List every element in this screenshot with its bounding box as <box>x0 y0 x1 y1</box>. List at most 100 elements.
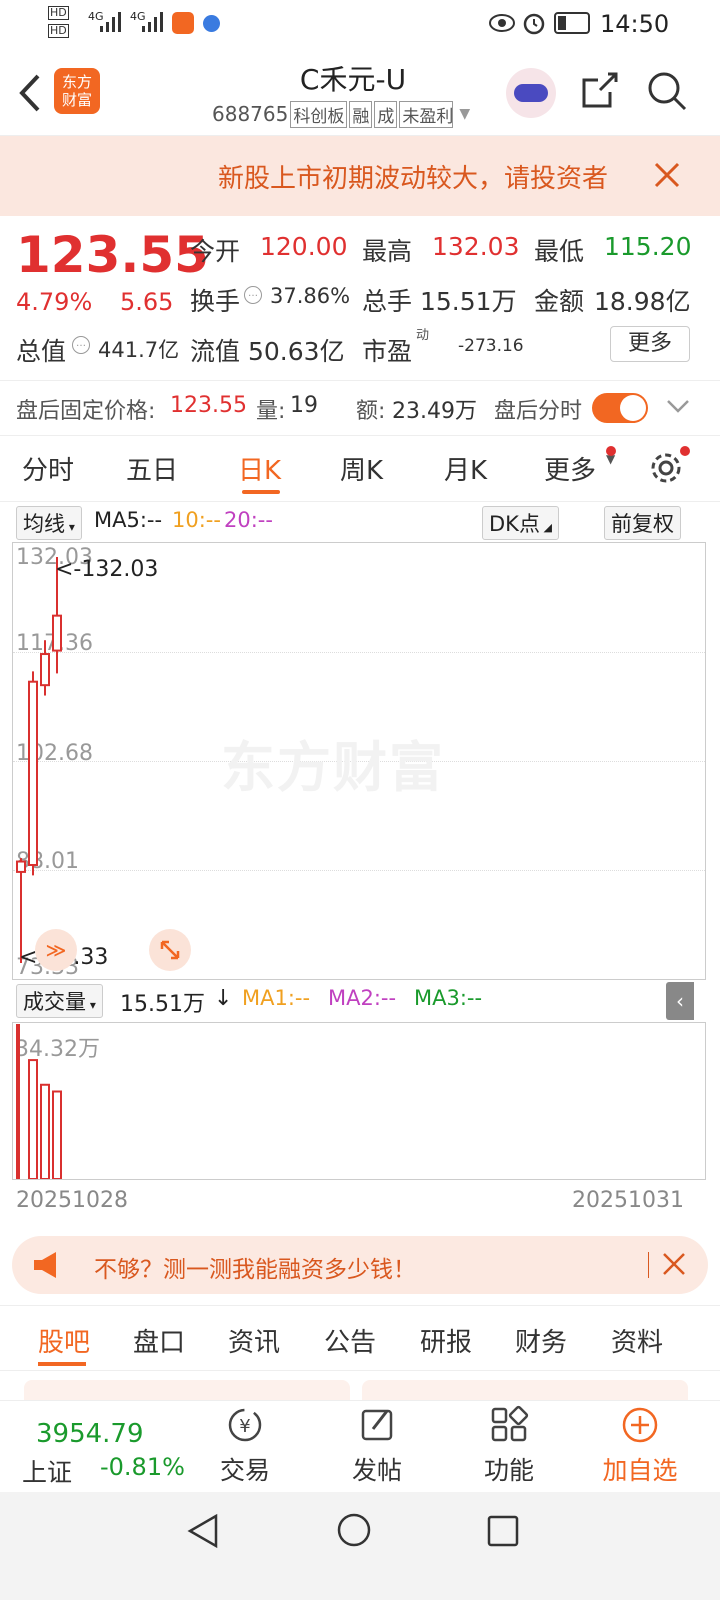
volume-current-value: 15.51万 <box>120 992 205 1017</box>
banner-text: 不够？测一测我能融资多少钱！ <box>94 1257 416 1283</box>
trade-yen-icon: ¥ <box>228 1408 262 1442</box>
tab-monthly-k[interactable]: 月K <box>444 450 487 487</box>
volume-bar-20251029 <box>28 1059 38 1179</box>
signal-hd-1: HD <box>48 6 69 20</box>
turnover-label: 换手 <box>190 287 241 316</box>
candle-body <box>40 653 50 687</box>
search-icon[interactable] <box>646 70 688 112</box>
pe-label: 市盈 <box>362 337 413 366</box>
after-hours-toggle[interactable] <box>592 393 648 423</box>
ma20-value: 20:-- <box>224 508 273 532</box>
post-label: 发帖 <box>351 1456 402 1485</box>
tab-more[interactable]: 更多 <box>544 450 596 487</box>
post-button[interactable]: 发帖 <box>327 1405 427 1487</box>
adjust-button[interactable]: 前复权 <box>604 506 681 540</box>
alarm-icon <box>523 13 545 35</box>
card-peek-left <box>24 1380 350 1400</box>
stock-header: 东方财富 C禾元-U 688765 科创板 融 成 未盈利 ▼ <box>0 50 720 136</box>
tag-margin: 融 <box>349 100 373 128</box>
stock-title[interactable]: C禾元-U <box>210 58 496 98</box>
turnover-value: 37.86% <box>270 284 351 308</box>
close-banner-icon[interactable] <box>662 1252 686 1276</box>
volume-label: 总手 <box>362 287 413 316</box>
chevron-down-icon[interactable] <box>666 397 690 417</box>
ma-select-label: 均线 <box>23 512 65 536</box>
mktcap-info-icon[interactable]: … <box>72 336 90 354</box>
ma10-value: 10:-- <box>172 508 221 532</box>
close-notice-icon[interactable] <box>654 162 680 188</box>
volume-down-arrow: ↓ <box>214 986 233 1011</box>
add-watchlist-label: 加自选 <box>602 1456 678 1485</box>
tab-news[interactable]: 资讯 <box>228 1322 280 1359</box>
listing-notice: 新股上市初期波动较大，请投资者 <box>0 136 720 216</box>
battery-icon <box>554 12 590 34</box>
tab-daily-k[interactable]: 日K <box>238 450 281 487</box>
info-icon[interactable]: … <box>244 286 262 304</box>
kline-chart[interactable]: 东方财富 132.03 117.36 102.68 88.01 73.33 <-… <box>12 542 706 980</box>
tab-profile[interactable]: 资料 <box>611 1322 663 1359</box>
trade-button[interactable]: ¥ 交易 <box>195 1405 295 1487</box>
active-tab-underline <box>242 490 280 494</box>
ma-select[interactable]: 均线 ▾ <box>16 506 82 540</box>
quote-panel: 123.55 4.79% 5.65 今开 120.00 最高 132.03 最低… <box>0 216 720 376</box>
fullscreen-button[interactable] <box>149 929 191 971</box>
float-label: 流值 <box>190 337 241 366</box>
stock-subtitle[interactable]: 688765 科创板 融 成 未盈利 ▼ <box>212 100 470 128</box>
low-label: 最低 <box>534 237 585 266</box>
nav-home-icon[interactable] <box>336 1512 372 1548</box>
card-peek-right <box>362 1380 688 1400</box>
financing-banner[interactable]: 不够？测一测我能融资多少钱！ <box>12 1236 708 1294</box>
tab-intraday[interactable]: 分时 <box>22 450 74 487</box>
candle-body <box>16 860 26 873</box>
forum-tab-underline <box>38 1362 86 1366</box>
amount-value: 18.98亿 <box>594 287 691 316</box>
tag-unprofitable: 未盈利 <box>399 100 454 128</box>
date-end: 20251031 <box>572 1188 684 1213</box>
status-time: 14:50 <box>600 10 670 38</box>
back-icon[interactable] <box>14 72 44 114</box>
expand-left-button[interactable]: ≫ <box>35 929 77 971</box>
tab-five-day[interactable]: 五日 <box>126 450 178 487</box>
ma2-value: MA2:-- <box>328 986 397 1010</box>
volume-bar-20251030 <box>40 1083 50 1179</box>
signal-bars-2-icon <box>142 12 163 32</box>
features-button[interactable]: 功能 <box>459 1405 559 1487</box>
after-amt-label: 额: <box>356 399 386 424</box>
volume-bars <box>16 1024 62 1179</box>
volume-chart[interactable]: 34.32万 <box>12 1022 706 1180</box>
nav-back-icon[interactable] <box>186 1512 220 1550</box>
candle-body <box>28 680 38 866</box>
svg-text:¥: ¥ <box>239 1416 250 1437</box>
nav-recents-icon[interactable] <box>486 1514 520 1548</box>
low-value: 115.20 <box>604 232 692 261</box>
open-value: 120.00 <box>260 232 348 261</box>
add-watchlist-button[interactable]: 加自选 <box>590 1405 690 1487</box>
tab-forum[interactable]: 股吧 <box>38 1322 90 1359</box>
dk-point-button[interactable]: DK点 ◢ <box>482 506 559 540</box>
tab-announcements[interactable]: 公告 <box>324 1322 376 1359</box>
kline-candles <box>16 557 62 963</box>
tab-weekly-k[interactable]: 周K <box>340 450 383 487</box>
tag-board: 科创板 <box>290 100 348 128</box>
volume-bar-20251028 <box>16 1024 20 1179</box>
high-label: 最高 <box>362 237 413 266</box>
index-name: 上证 <box>22 1458 73 1487</box>
app-logo[interactable]: 东方财富 <box>54 68 100 114</box>
collapse-panel-button[interactable]: ‹ <box>666 982 694 1020</box>
chart-period-tabs: 分时 五日 日K 周K 月K 更多 ▼ <box>0 440 720 502</box>
share-icon[interactable] <box>580 70 620 110</box>
tab-financials[interactable]: 财务 <box>515 1322 567 1359</box>
index-ticker[interactable]: 3954.79 上证 -0.81% <box>20 1417 190 1487</box>
tab-orderbook[interactable]: 盘口 <box>133 1322 185 1359</box>
tab-research[interactable]: 研报 <box>420 1322 472 1359</box>
expand-arrows-icon <box>160 940 180 960</box>
volume-select[interactable]: 成交量 ▾ <box>16 984 103 1018</box>
last-price: 123.55 <box>16 226 209 284</box>
browser-icon <box>203 15 220 32</box>
bottom-toolbar: 3954.79 上证 -0.81% ¥ 交易 发帖 功能 加自选 <box>0 1400 720 1492</box>
ma3-value: MA3:-- <box>414 986 483 1010</box>
settings-red-dot <box>680 446 690 456</box>
after-amt-value: 23.49万 <box>392 399 477 424</box>
assistant-avatar[interactable] <box>506 68 556 118</box>
more-button[interactable]: 更多 <box>610 326 690 362</box>
